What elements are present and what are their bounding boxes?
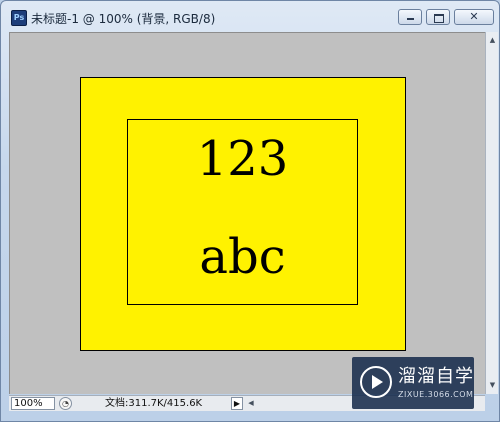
close-icon: ✕ [469,10,479,23]
watermark-url: ZIXUE.3066.COM [398,390,474,399]
close-button[interactable]: ✕ [454,9,494,25]
status-info-icon[interactable]: ◔ [59,397,72,410]
vertical-scrollbar[interactable]: ▲ ▼ [485,32,498,394]
title-bar[interactable]: Ps 未标题-1 @ 100% (背景, RGB/8) ✕ [1,1,499,31]
text-layer-abc: abc [199,229,286,285]
watermark-name: 溜溜自学 [398,366,474,387]
play-icon [360,366,392,398]
photoshop-app-icon: Ps [11,10,27,26]
scroll-left-icon[interactable]: ◀ [246,397,256,410]
minimize-button[interactable] [398,9,422,25]
canvas-area[interactable]: 123 abc [9,32,485,394]
window-title: 未标题-1 @ 100% (背景, RGB/8) [31,12,216,26]
document-size-readout: 文档:311.7K/415.6K [105,398,203,409]
maximize-button[interactable] [426,9,450,25]
scroll-up-icon[interactable]: ▲ [488,34,497,46]
watermark-logo: 溜溜自学 ZIXUE.3066.COM [352,357,474,409]
document-window: Ps 未标题-1 @ 100% (背景, RGB/8) ✕ 123 abc ▲ … [0,0,500,422]
scroll-down-icon[interactable]: ▼ [488,379,497,391]
inner-rectangle: 123 abc [127,119,358,305]
text-layer-123: 123 [196,131,289,187]
maximize-icon [434,14,444,23]
zoom-level-field[interactable]: 100% [11,397,55,410]
minimize-icon [407,18,414,20]
document-canvas[interactable]: 123 abc [80,77,406,351]
status-menu-arrow-icon[interactable]: ▶ [231,397,243,410]
